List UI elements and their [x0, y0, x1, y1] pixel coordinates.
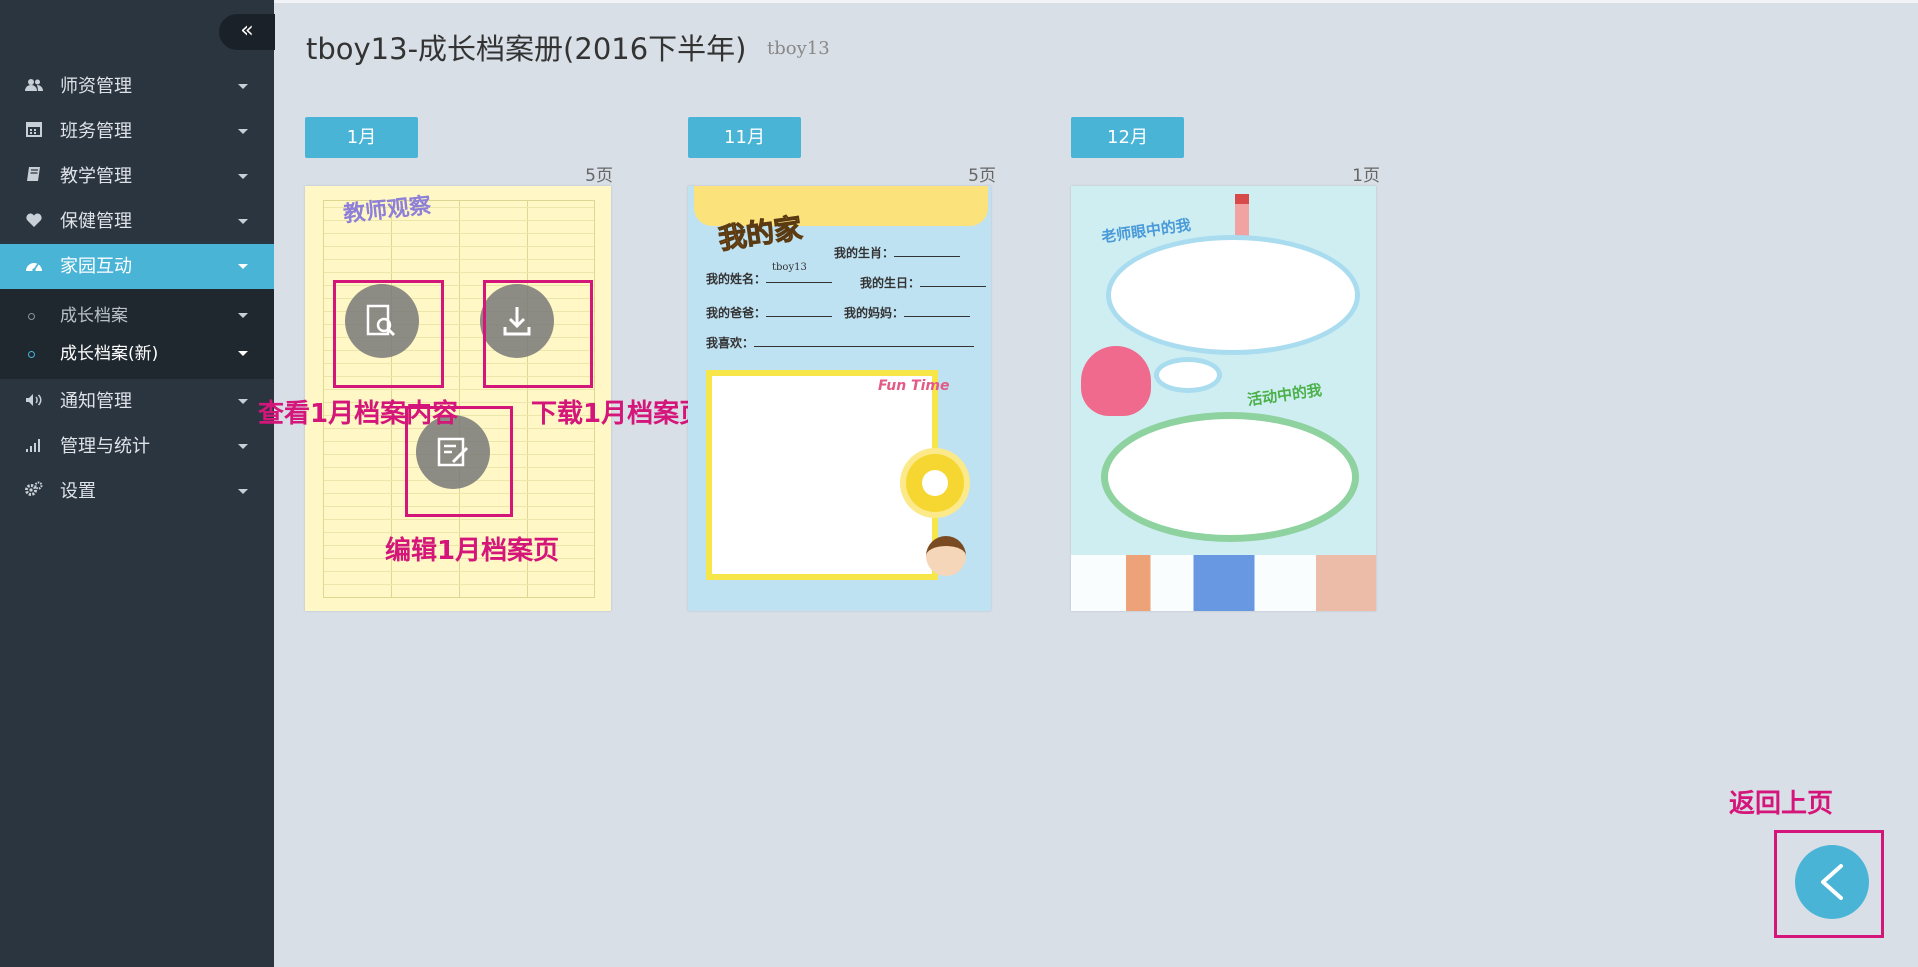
page-count: 5页 [585, 166, 613, 186]
calendar-icon [23, 109, 45, 154]
users-icon [23, 64, 45, 109]
sidebar: « 师资管理 班务管理 教学管理 保健管理 家园互动 成长档案 成长档案(新) … [0, 0, 275, 967]
volume-icon [23, 379, 45, 424]
photo-frame [706, 370, 938, 580]
highlight-download-box [483, 280, 593, 388]
cloud-frame-graphic [1111, 240, 1355, 350]
sidebar-item-label: 师资管理 [60, 76, 132, 97]
album-thumbnail-dec[interactable]: 老师眼中的我 活动中的我 [1071, 186, 1376, 611]
sidebar-item-label: 家园互动 [60, 256, 132, 277]
album-thumbnail-nov[interactable]: 我的家 我的生肖： 我的姓名： tboy13 我的生日： 我的爸爸： 我的妈妈：… [688, 186, 991, 611]
heart-icon [23, 199, 45, 244]
flower-center-graphic [922, 470, 948, 496]
field-zodiac: 我的生肖： [834, 244, 961, 261]
caret-down-icon [238, 444, 248, 449]
sidebar-item-notices[interactable]: 通知管理 [0, 379, 274, 424]
tower-graphic [1235, 194, 1249, 240]
gear-icon [23, 469, 45, 514]
thumbnail-subtitle: 活动中的我 [1246, 380, 1323, 410]
chevron-left-icon [1821, 864, 1843, 900]
field-birthday: 我的生日： [860, 274, 987, 291]
sidebar-item-settings[interactable]: 设置 [0, 469, 274, 514]
month-button-nov[interactable]: 11月 [688, 117, 801, 158]
sidebar-item-health[interactable]: 保健管理 [0, 199, 274, 244]
caret-down-icon [238, 489, 248, 494]
field-mom: 我的妈妈： [844, 304, 971, 321]
back-button[interactable] [1795, 845, 1869, 919]
sidebar-item-label: 保健管理 [60, 211, 132, 232]
top-border [274, 0, 1918, 3]
sidebar-item-teachers[interactable]: 师资管理 [0, 64, 274, 109]
sidebar-menu: 师资管理 班务管理 教学管理 保健管理 家园互动 成长档案 成长档案(新) 通知… [0, 64, 274, 514]
collapse-sidebar-button[interactable]: « [219, 14, 275, 50]
sidebar-item-statistics[interactable]: 管理与统计 [0, 424, 274, 469]
caret-down-icon [238, 219, 248, 224]
sidebar-item-home-school[interactable]: 家园互动 [0, 244, 274, 289]
annotation-back: 返回上页 [1729, 789, 1834, 819]
caret-down-icon [238, 399, 248, 404]
caret-down-icon [238, 351, 248, 356]
sidebar-subitem-label: 成长档案 [60, 306, 128, 326]
caret-down-icon [238, 174, 248, 179]
houses-graphic [1071, 555, 1376, 611]
page-count: 1页 [1352, 166, 1380, 186]
child-graphic [926, 536, 966, 576]
page-title: tboy13-成长档案册(2016下半年) [306, 32, 747, 66]
sidebar-item-label: 设置 [60, 481, 96, 502]
dashboard-icon [23, 244, 45, 289]
sidebar-item-label: 教学管理 [60, 166, 132, 187]
small-cloud-graphic [1159, 362, 1217, 388]
sidebar-subitem-growth-archive-new[interactable]: 成长档案(新) [0, 335, 274, 373]
signal-icon [23, 424, 45, 469]
sidebar-subitem-growth-archive[interactable]: 成长档案 [0, 297, 274, 335]
heart-balloon-graphic [1081, 346, 1151, 416]
field-likes: 我喜欢： [706, 334, 975, 351]
thumbnail-title: 老师眼中的我 [1100, 215, 1192, 247]
annotation-view: 查看1月档案内容 [258, 399, 459, 429]
caret-down-icon [238, 84, 248, 89]
bullet-icon [28, 351, 35, 358]
annotation-download: 下载1月档案页 [531, 399, 706, 429]
highlight-view-box [333, 280, 444, 388]
sidebar-subitem-label: 成长档案(新) [60, 344, 159, 364]
activity-frame-graphic [1101, 412, 1359, 542]
caret-down-icon [238, 129, 248, 134]
sidebar-item-label: 管理与统计 [60, 436, 150, 457]
field-name-value: tboy13 [772, 262, 807, 273]
submenu-home-school: 成长档案 成长档案(新) [0, 289, 274, 379]
sidebar-item-teaching[interactable]: 教学管理 [0, 154, 274, 199]
page-count: 5页 [968, 166, 996, 186]
month-button-jan[interactable]: 1月 [305, 117, 418, 158]
field-name: 我的姓名： [706, 270, 833, 287]
fun-time-label: Fun Time [878, 378, 950, 394]
month-button-dec[interactable]: 12月 [1071, 117, 1184, 158]
sidebar-item-label: 通知管理 [60, 391, 132, 412]
sidebar-item-class[interactable]: 班务管理 [0, 109, 274, 154]
caret-down-icon [238, 264, 248, 269]
bullet-icon [28, 313, 35, 320]
annotation-edit: 编辑1月档案页 [385, 536, 560, 566]
caret-down-icon [238, 313, 248, 318]
sidebar-item-label: 班务管理 [60, 121, 132, 142]
page-subtitle: tboy13 [767, 38, 830, 59]
book-icon [23, 154, 45, 199]
field-dad: 我的爸爸： [706, 304, 833, 321]
